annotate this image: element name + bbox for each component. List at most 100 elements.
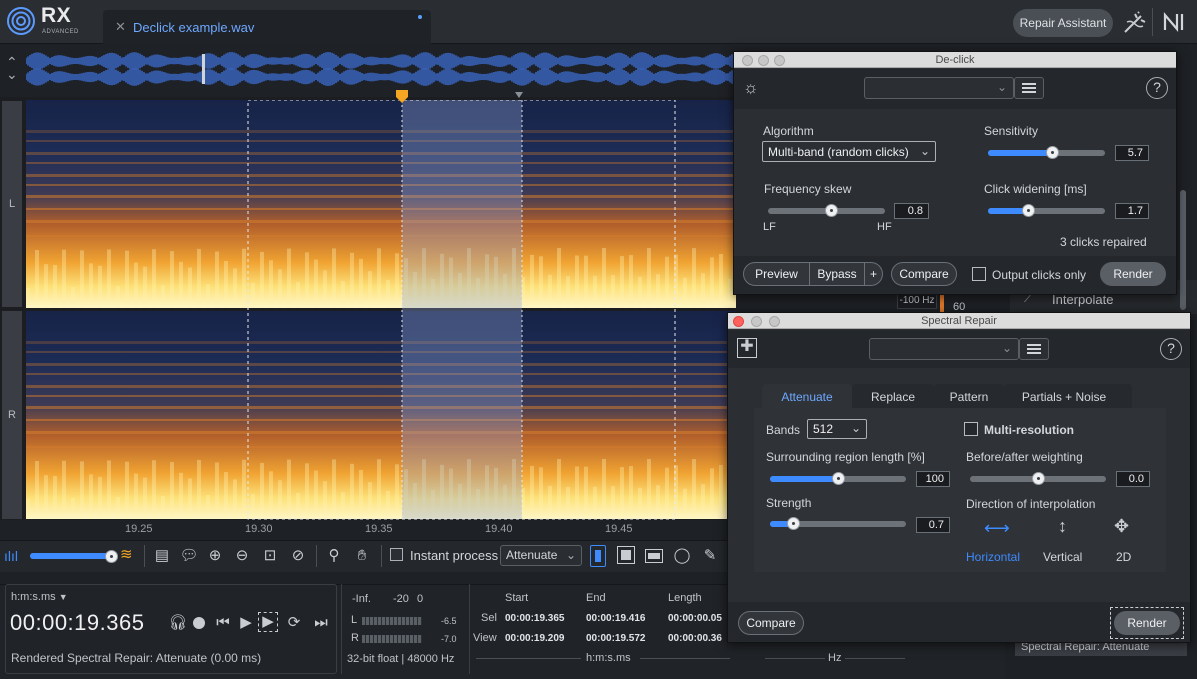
strength-slider[interactable] [770,517,906,530]
blend-slider-knob[interactable] [105,550,118,563]
compare-button[interactable]: Compare [891,262,957,286]
view-start[interactable]: 00:00:19.209 [505,633,565,644]
module-scrollbar[interactable] [1180,190,1186,310]
hand-icon[interactable]: ✋︎ [351,545,373,567]
minimize-window-button[interactable] [751,316,762,327]
output-clicks-only-label: Output clicks only [992,268,1087,282]
headphones-icon[interactable]: 🎧︎ [167,612,189,634]
record-button[interactable] [193,617,205,629]
click-widening-value[interactable]: 1.7 [1115,203,1149,219]
close-window-button[interactable] [742,55,753,66]
strength-value[interactable]: 0.7 [916,517,950,533]
preview-button[interactable]: Preview [745,264,808,284]
app-name: RX [41,4,72,27]
play-selection-button[interactable]: ▶ [258,612,278,632]
sensitivity-value[interactable]: 5.7 [1115,145,1149,161]
divider [316,545,317,567]
declick-titlebar[interactable]: De-click [734,52,1176,68]
zoom-selection-icon[interactable]: ⊡ [259,545,281,567]
zoom-in-icon[interactable]: ⊕ [204,545,226,567]
declick-module-icon: ☼ [743,78,759,97]
help-icon[interactable]: ? [1146,77,1168,99]
time-format-select[interactable]: h:m:s.ms ▼ [11,591,68,603]
sensitivity-fill [988,150,1053,156]
output-clicks-only-checkbox[interactable] [972,267,986,281]
declick-status: 3 clicks repaired [1060,235,1147,249]
before-after-knob[interactable] [1032,472,1045,485]
frequency-skew-value[interactable]: 0.8 [894,203,929,219]
declick-render-button[interactable]: Render [1100,262,1166,286]
horizontal-arrow-icon[interactable]: ⟷ [984,518,1010,539]
close-tab-icon[interactable]: ✕ [115,19,126,35]
lasso-tool-icon[interactable]: ◯ [671,545,693,567]
comment-icon[interactable]: 💬︎ [178,545,200,567]
mode-select-value: Attenuate [506,548,558,562]
vertical-arrow-icon[interactable]: ↕ [1058,516,1067,537]
zoom-fit-icon[interactable]: ⊘ [287,545,309,567]
skip-forward-icon[interactable]: ⏭︎ [310,612,332,634]
horizontal-option[interactable]: Horizontal [966,550,1020,564]
brush-tool-icon[interactable]: ✎ [699,545,721,567]
sensitivity-slider[interactable] [988,146,1105,159]
divider [381,545,382,567]
view-end[interactable]: 00:00:19.572 [586,633,646,644]
add-preview-button[interactable]: + [865,264,882,284]
2d-option[interactable]: 2D [1116,550,1131,564]
sel-start[interactable]: 00:00:19.365 [505,613,565,624]
surrounding-region-slider[interactable] [770,472,906,485]
zoom-window-button[interactable] [774,55,785,66]
help-icon[interactable]: ? [1160,338,1182,360]
spectral-repair-titlebar[interactable]: Spectral Repair [728,313,1190,329]
vertical-option[interactable]: Vertical [1043,550,1082,564]
frequency-skew-slider[interactable] [768,204,885,217]
app-edition: ADVANCED [42,29,79,35]
bands-select[interactable]: 512 ⌄ [807,419,867,439]
close-window-button[interactable] [733,316,744,327]
click-widening-slider[interactable] [988,204,1105,217]
instant-process-mode-select[interactable]: Attenuate ⌄ [500,545,582,566]
freq-selection-tool[interactable] [645,549,663,563]
declick-menu-button[interactable] [1014,77,1044,99]
divider [1152,8,1153,36]
sel-row-label: Sel [481,612,497,624]
before-after-slider[interactable] [970,472,1106,485]
view-length[interactable]: 00:00:00.36 [668,633,728,644]
compare-button[interactable]: Compare [738,611,804,635]
surrounding-region-value[interactable]: 100 [916,471,950,487]
click-widening-knob[interactable] [1021,204,1035,217]
magic-wand-icon[interactable] [1121,10,1147,36]
2d-arrow-icon[interactable]: ✥ [1114,516,1129,537]
multi-resolution-checkbox[interactable] [964,422,978,436]
loop-icon[interactable]: ⟳ [283,612,305,634]
rect-selection-tool[interactable] [617,546,635,564]
bypass-button[interactable]: Bypass [810,264,864,284]
waveform-icon[interactable]: ılıl [4,548,18,564]
spectral-repair-menu-button[interactable] [1019,338,1049,360]
file-tab-title: Declick example.wav [133,20,255,35]
skip-back-icon[interactable]: ⏮︎ [212,612,234,634]
instant-process-checkbox[interactable] [390,548,403,561]
before-after-value[interactable]: 0.0 [1116,471,1150,487]
repair-assistant-button[interactable]: Repair Assistant [1013,9,1113,37]
collapse-overview-icon[interactable]: ⌃ ⌄ [6,55,22,81]
algorithm-select[interactable]: Multi-band (random clicks) ⌄ [762,141,936,162]
sel-length[interactable]: 00:00:00.05 [668,613,728,624]
zoom-window-button[interactable] [769,316,780,327]
spectrogram-icon[interactable]: ≋ [120,545,133,563]
zoom-out-icon[interactable]: ⊖ [231,545,253,567]
direction-label: Direction of interpolation [966,497,1096,511]
sel-end[interactable]: 00:00:19.416 [586,613,646,624]
minimize-window-button[interactable] [758,55,769,66]
surrounding-region-knob[interactable] [832,472,845,485]
meter-scale-20: -20 [393,593,409,605]
spectral-repair-preset-select[interactable]: ⌄ [869,338,1019,360]
list-icon[interactable]: ▤ [151,545,173,567]
magnify-icon[interactable]: ⚲ [323,545,345,567]
chevron-down-icon: ⌄ [565,548,576,562]
selection-end-marker-icon[interactable] [515,92,523,98]
playhead-marker-icon[interactable] [395,89,409,105]
play-button[interactable]: ▶ [235,612,257,634]
time-selection-tool[interactable] [590,545,606,567]
click-widening-label: Click widening [ms] [984,182,1087,196]
declick-preset-select[interactable]: ⌄ [864,77,1014,99]
